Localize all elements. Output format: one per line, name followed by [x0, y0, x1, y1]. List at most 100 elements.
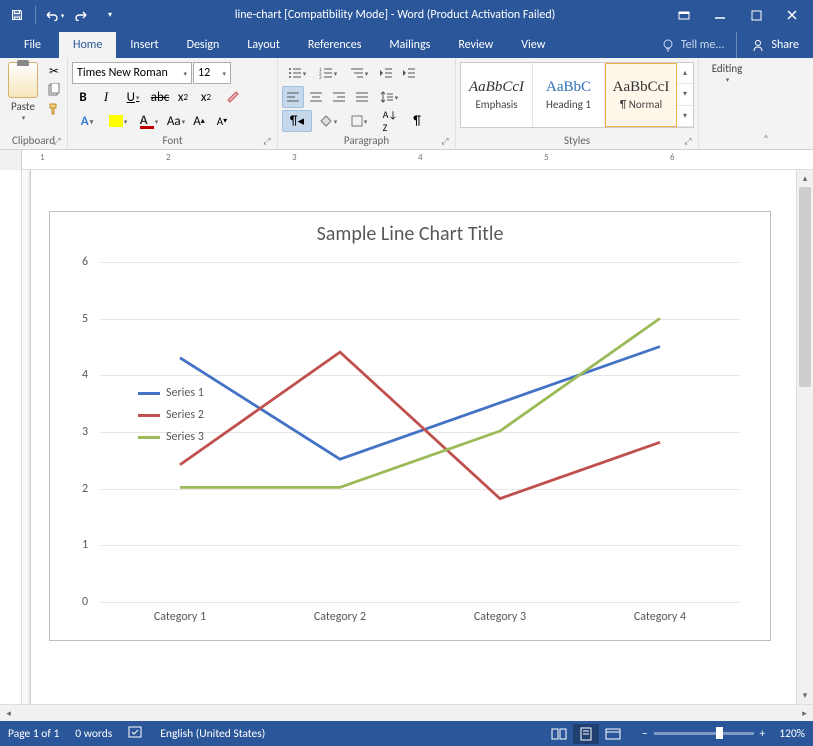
share-button[interactable]: Share: [736, 32, 813, 58]
group-styles: AaBbCcIEmphasis AaBbCHeading 1 AaBbCcI¶ …: [456, 58, 699, 149]
legend-swatch: [138, 436, 160, 439]
justify-button[interactable]: [351, 86, 373, 108]
styles-dialog-launcher[interactable]: ⤢: [682, 136, 694, 148]
cut-button[interactable]: ✂: [45, 62, 63, 80]
highlight-button[interactable]: ▾: [103, 110, 133, 132]
tab-file[interactable]: File: [6, 32, 59, 58]
status-bar: Page 1 of 1 0 words English (United Stat…: [0, 721, 813, 746]
status-page[interactable]: Page 1 of 1: [8, 727, 59, 741]
bold-button[interactable]: B: [72, 86, 94, 108]
superscript-button[interactable]: x2: [195, 86, 217, 108]
group-paragraph: ▾ 123▾ ▾ ▾ ¶◂ ▾ ▾ A↓Z ¶ Paragraph⤢: [278, 58, 456, 149]
strikethrough-button[interactable]: abc: [149, 86, 171, 108]
minimize-button[interactable]: [703, 3, 737, 27]
paste-button[interactable]: Paste ▾: [4, 62, 42, 122]
increase-indent-button[interactable]: [398, 62, 420, 84]
tell-me-search[interactable]: Tell me...: [649, 32, 737, 58]
group-editing: Editing ▾: [699, 58, 755, 149]
font-dialog-launcher[interactable]: ⤢: [261, 136, 273, 148]
style-emphasis[interactable]: AaBbCcIEmphasis: [461, 63, 533, 127]
shrink-font-button[interactable]: A▾: [211, 110, 233, 132]
show-paragraph-marks-button[interactable]: ¶: [406, 110, 428, 132]
y-tick-label: 1: [82, 538, 88, 552]
y-tick-label: 5: [82, 312, 88, 326]
align-right-button[interactable]: [328, 86, 350, 108]
vertical-scrollbar[interactable]: ▴ ▾: [796, 170, 813, 704]
scroll-left-button[interactable]: ◂: [0, 708, 17, 719]
x-tick-label: Category 1: [154, 610, 206, 624]
multilevel-list-button[interactable]: ▾: [344, 62, 374, 84]
grow-font-button[interactable]: A▴: [188, 110, 210, 132]
decrease-indent-button[interactable]: [375, 62, 397, 84]
shading-button[interactable]: ▾: [313, 110, 343, 132]
vertical-ruler[interactable]: [0, 170, 22, 704]
tab-review[interactable]: Review: [444, 32, 507, 58]
tab-references[interactable]: References: [294, 32, 376, 58]
format-painter-button[interactable]: [45, 100, 63, 118]
zoom-thumb[interactable]: [716, 727, 723, 739]
tab-design[interactable]: Design: [173, 32, 234, 58]
zoom-in-button[interactable]: +: [760, 727, 766, 741]
align-center-button[interactable]: [305, 86, 327, 108]
horizontal-scrollbar[interactable]: ◂ ▸: [0, 704, 813, 721]
ltr-direction-button[interactable]: ¶◂: [282, 110, 312, 132]
borders-button[interactable]: ▾: [344, 110, 374, 132]
align-left-button[interactable]: [282, 86, 304, 108]
read-mode-button[interactable]: [546, 724, 572, 744]
tab-view[interactable]: View: [507, 32, 559, 58]
zoom-out-button[interactable]: −: [642, 727, 648, 741]
text-effects-button[interactable]: A▾: [72, 110, 102, 132]
print-layout-button[interactable]: [573, 724, 599, 744]
chart-title: Sample Line Chart Title: [50, 222, 770, 246]
status-words[interactable]: 0 words: [75, 727, 112, 741]
group-label-styles: Styles: [564, 134, 590, 147]
vertical-scroll-thumb[interactable]: [799, 187, 811, 387]
undo-button[interactable]: ▾: [41, 3, 67, 27]
editing-button[interactable]: Editing ▾: [703, 62, 751, 84]
font-size-combo[interactable]: 12▾: [193, 62, 231, 84]
subscript-button[interactable]: x2: [172, 86, 194, 108]
underline-button[interactable]: U▾: [118, 86, 148, 108]
styles-gallery-more[interactable]: ▴▾▾: [677, 63, 693, 127]
tab-home[interactable]: Home: [59, 32, 116, 58]
paragraph-dialog-launcher[interactable]: ⤢: [439, 136, 451, 148]
style-heading1[interactable]: AaBbCHeading 1: [533, 63, 605, 127]
close-button[interactable]: [775, 3, 809, 27]
page[interactable]: Sample Line Chart Title 0123456 Category…: [30, 170, 800, 704]
tab-layout[interactable]: Layout: [233, 32, 294, 58]
quick-access-toolbar: ▾ ▾: [4, 3, 123, 27]
scroll-down-button[interactable]: ▾: [797, 687, 813, 704]
line-spacing-button[interactable]: ▾: [374, 86, 404, 108]
group-label-font: Font: [162, 134, 182, 147]
chart-object[interactable]: Sample Line Chart Title 0123456 Category…: [49, 211, 771, 641]
horizontal-ruler[interactable]: 123456: [0, 150, 813, 170]
zoom-track[interactable]: [654, 732, 754, 735]
font-name-combo[interactable]: Times New Roman▾: [72, 62, 192, 84]
save-button[interactable]: [4, 3, 30, 27]
tab-mailings[interactable]: Mailings: [375, 32, 444, 58]
copy-button[interactable]: [45, 81, 63, 99]
italic-button[interactable]: I: [95, 86, 117, 108]
bullets-button[interactable]: ▾: [282, 62, 312, 84]
status-language[interactable]: English (United States): [160, 727, 265, 741]
clipboard-dialog-launcher[interactable]: ⤢: [51, 136, 63, 148]
style-normal[interactable]: AaBbCcI¶ Normal: [605, 63, 677, 127]
numbering-button[interactable]: 123▾: [313, 62, 343, 84]
scroll-right-button[interactable]: ▸: [796, 708, 813, 719]
clear-formatting-button[interactable]: [218, 86, 248, 108]
ribbon-display-options[interactable]: [667, 3, 701, 27]
collapse-ribbon-button[interactable]: ˄: [755, 58, 777, 149]
font-color-button[interactable]: A▾: [134, 110, 164, 132]
maximize-button[interactable]: [739, 3, 773, 27]
qat-customize-button[interactable]: ▾: [97, 3, 123, 27]
ribbon: Paste ▾ ✂ Clipboard⤢ Times New Roman▾ 12…: [0, 58, 813, 150]
change-case-button[interactable]: Aa▾: [165, 110, 187, 132]
web-layout-button[interactable]: [600, 724, 626, 744]
scroll-up-button[interactable]: ▴: [797, 170, 813, 187]
redo-button[interactable]: [69, 3, 95, 27]
tab-insert[interactable]: Insert: [116, 32, 172, 58]
sort-button[interactable]: A↓Z: [375, 110, 405, 132]
legend-item: Series 2: [138, 404, 204, 426]
zoom-level[interactable]: 120%: [779, 727, 805, 741]
status-proofing-icon[interactable]: [128, 725, 144, 743]
